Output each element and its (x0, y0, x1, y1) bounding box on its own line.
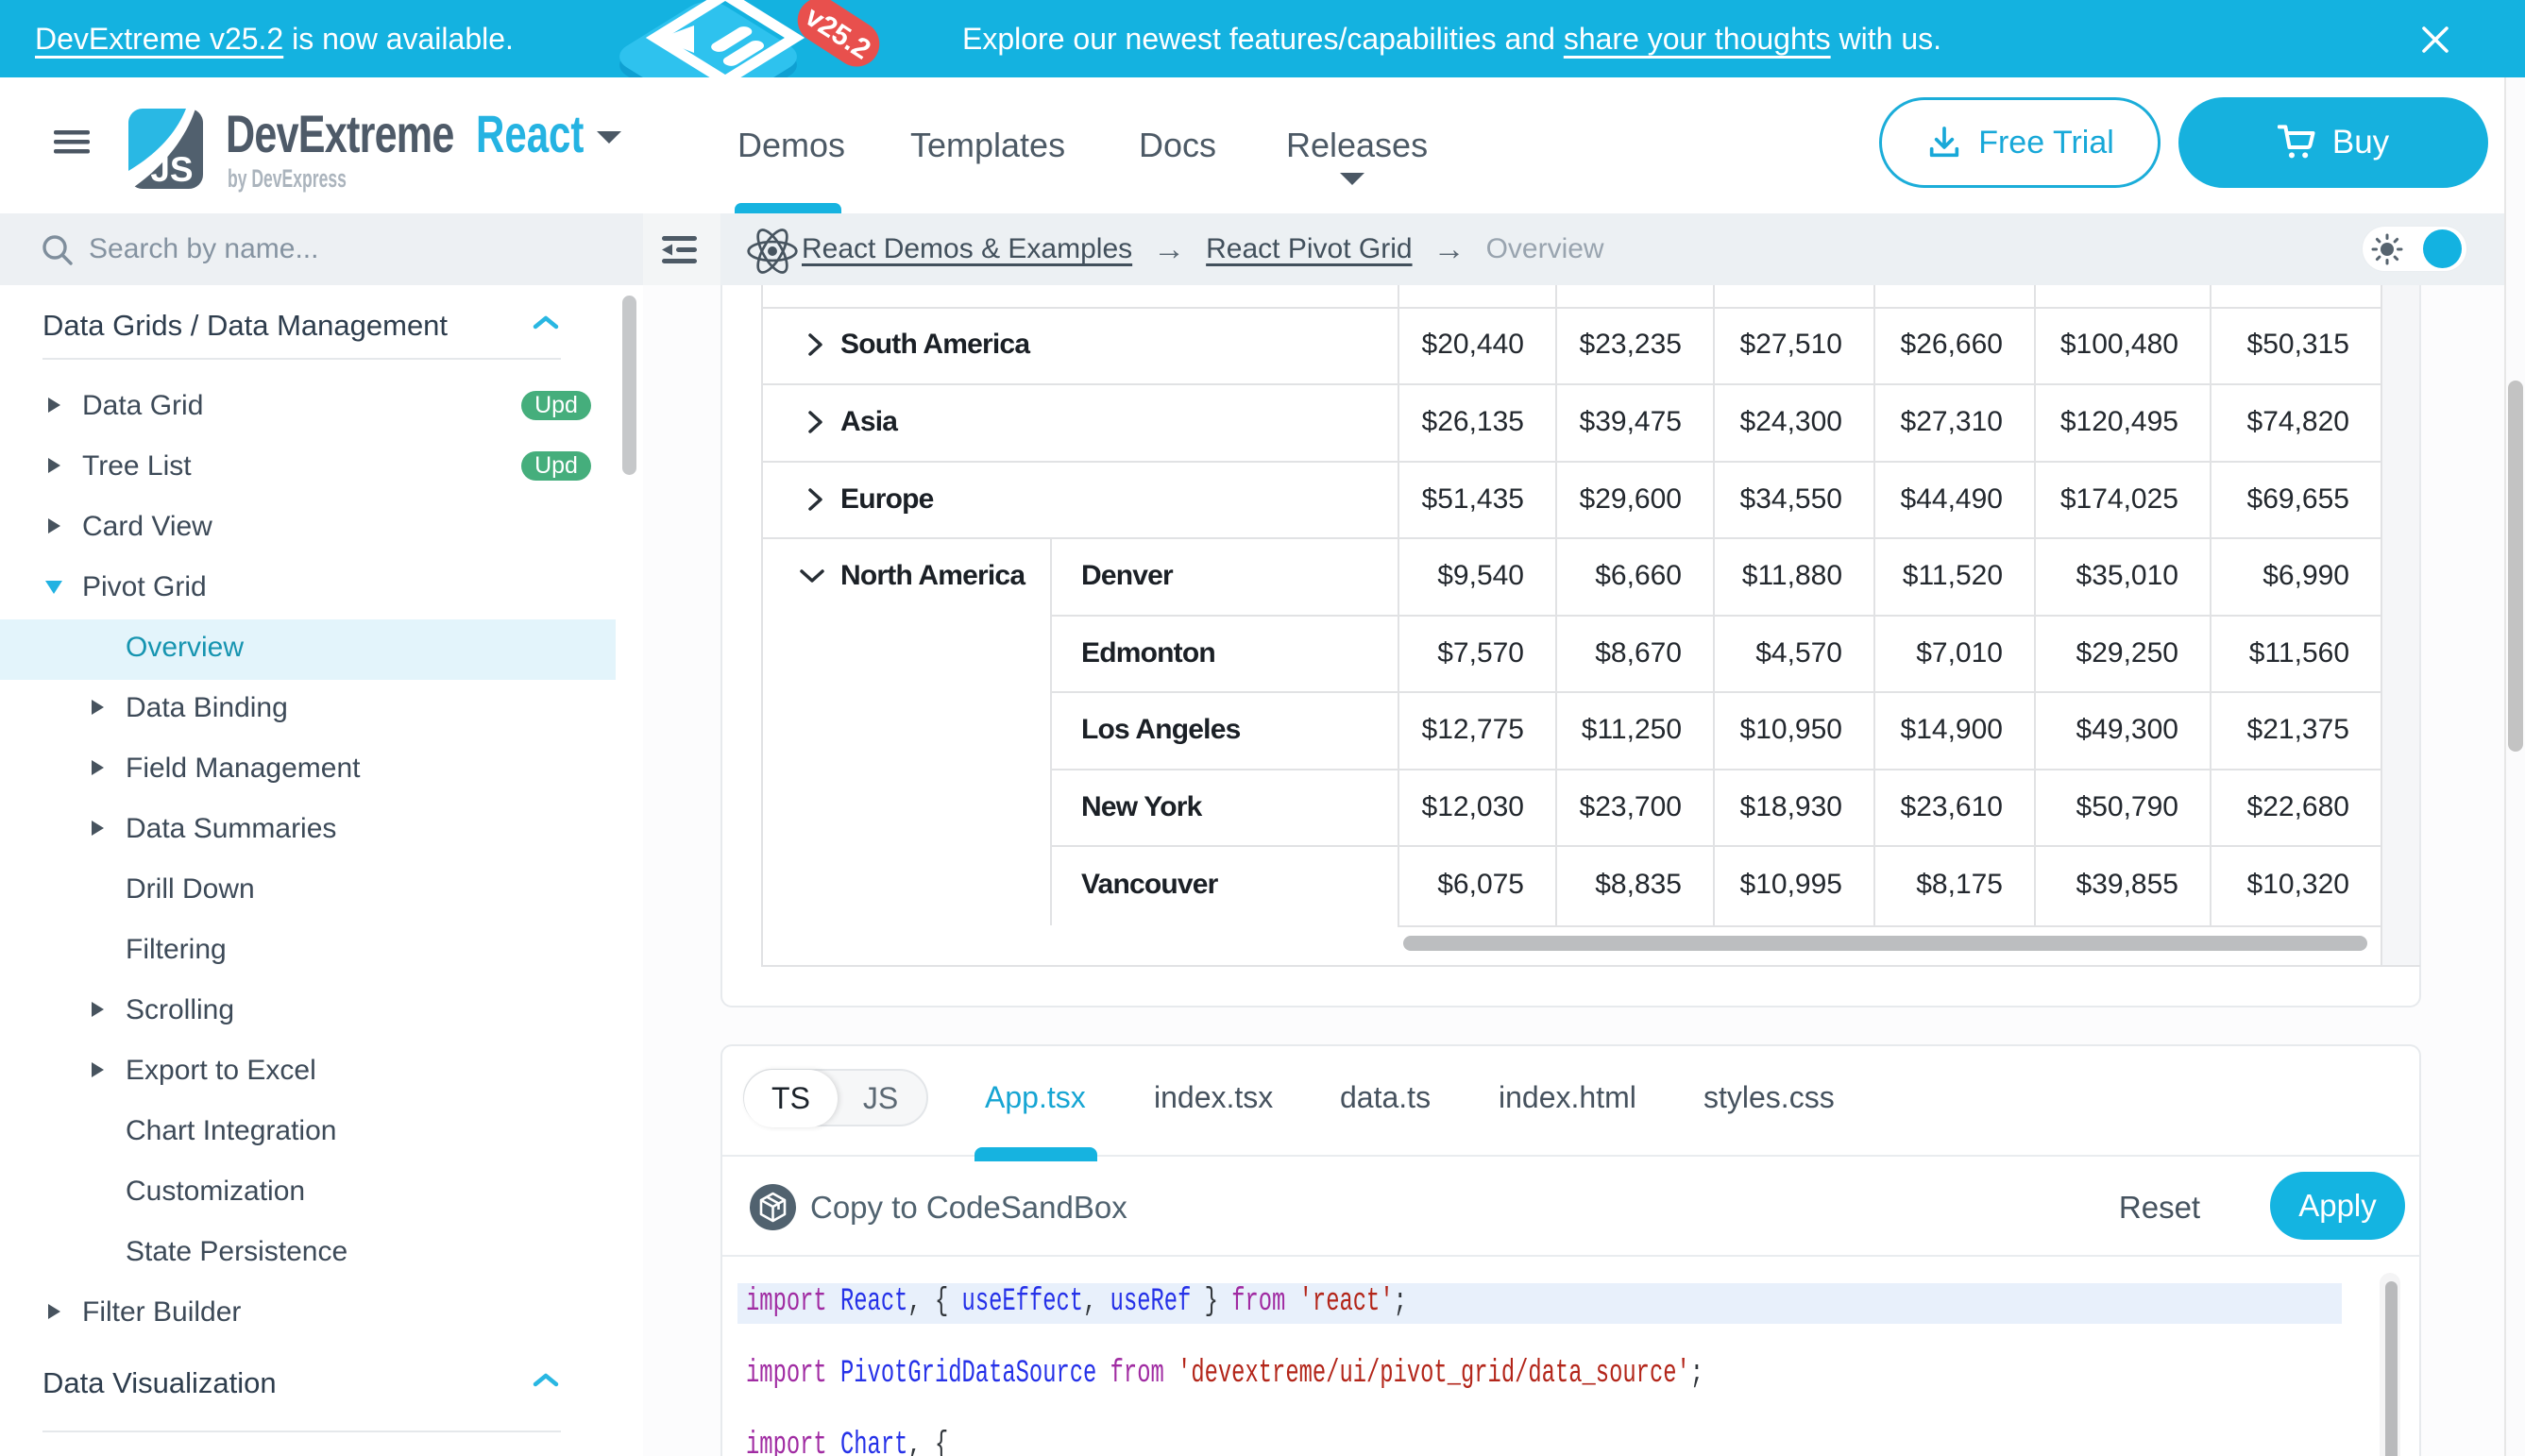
svg-text:JS: JS (150, 150, 193, 189)
